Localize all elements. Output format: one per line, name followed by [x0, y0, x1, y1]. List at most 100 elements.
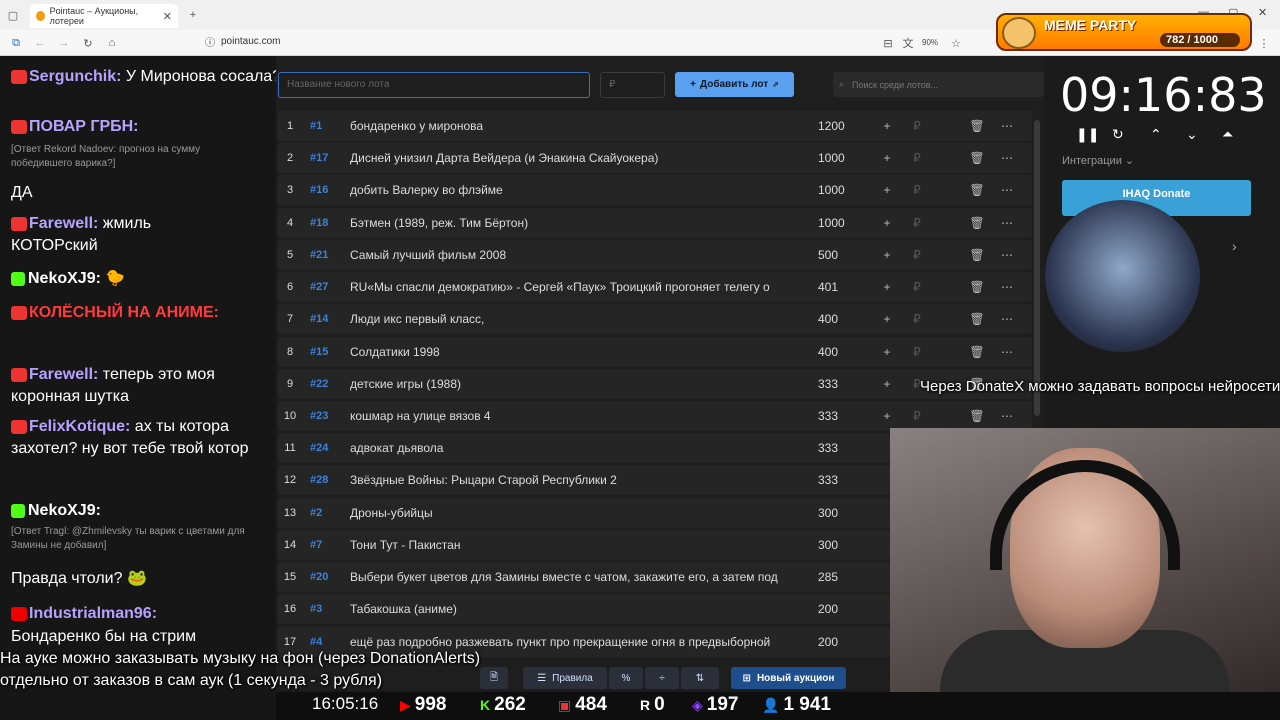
delete-icon[interactable]: 🗑	[962, 151, 992, 165]
amount-input[interactable]: ₽	[600, 72, 665, 98]
lot-name[interactable]: Выбери букет цветов для Замины вместе с …	[350, 570, 802, 584]
lot-row: 10 #23 кошмар на улице вязов 4 333 + ₽ 🗑 ⋯	[278, 401, 1032, 431]
url-field[interactable]: ⓘ pointauc.com	[205, 34, 280, 49]
add-amount-icon[interactable]: +	[872, 216, 902, 230]
ruble-input-icon[interactable]: ₽	[902, 183, 932, 197]
ruble-input-icon[interactable]: ₽	[902, 280, 932, 294]
ruble-input-icon[interactable]: ₽	[902, 345, 932, 359]
delete-icon[interactable]: 🗑	[962, 409, 992, 423]
lot-name[interactable]: Бэтмен (1989, реж. Тим Бёртон)	[350, 216, 802, 230]
ruble-input-icon[interactable]: ₽	[902, 409, 932, 423]
home-icon[interactable]: ⌂	[104, 35, 120, 51]
youtube-icon: ▶	[400, 696, 411, 713]
live-badge-icon	[11, 419, 27, 434]
add-amount-icon[interactable]: +	[872, 248, 902, 262]
close-tab-icon[interactable]: ✕	[163, 10, 172, 23]
more-icon[interactable]: ⋯	[992, 345, 1022, 359]
lot-name[interactable]: Дисней унизил Дарта Вейдера (и Энакина С…	[350, 151, 802, 165]
save-icon[interactable]: 🗎	[480, 667, 508, 689]
integrations-dropdown[interactable]: Интеграции ⌄	[1062, 154, 1134, 167]
forward-icon[interactable]: →	[56, 35, 72, 51]
add-amount-icon[interactable]: +	[872, 280, 902, 294]
reset-icon[interactable]: ↻	[1112, 126, 1124, 143]
lot-name[interactable]: добить Валерку во флэйме	[350, 183, 802, 197]
ruble-input-icon[interactable]: ₽	[902, 248, 932, 262]
add-amount-icon[interactable]: +	[872, 345, 902, 359]
double-chevron-up-icon[interactable]: ⏶	[1222, 126, 1233, 143]
delete-icon[interactable]: 🗑	[962, 216, 992, 230]
add-amount-icon[interactable]: +	[872, 409, 902, 423]
ruble-input-icon[interactable]: ₽	[902, 216, 932, 230]
browser-tab[interactable]: Pointauc – Аукционы, лотереи ✕	[30, 4, 178, 28]
menu-icon[interactable]: ⋮	[1256, 35, 1272, 51]
lot-list-scrollbar[interactable]	[1034, 120, 1040, 416]
add-lot-button[interactable]: + Добавить лот ⇗	[675, 72, 794, 97]
new-auction-button[interactable]: ⊞ Новый аукцион	[731, 667, 846, 689]
more-icon[interactable]: ⋯	[992, 119, 1022, 133]
delete-icon[interactable]: 🗑	[962, 280, 992, 294]
chat-message: Farewell: жмиль КОТОРский	[11, 215, 152, 254]
lot-name[interactable]: кошмар на улице вязов 4	[350, 409, 802, 423]
lot-id: #15	[310, 346, 329, 358]
percent-icon[interactable]: %	[609, 667, 643, 689]
add-amount-icon[interactable]: +	[872, 151, 902, 165]
translate-icon[interactable]: 文	[900, 35, 916, 51]
more-icon[interactable]: ⋯	[992, 183, 1022, 197]
add-amount-icon[interactable]: +	[872, 183, 902, 197]
window-close-icon[interactable]: ✕	[1258, 6, 1267, 19]
lot-name[interactable]: Дроны-убийцы	[350, 506, 802, 520]
sort-icon[interactable]: ⇅	[681, 667, 719, 689]
lot-name[interactable]: RU«Мы спасли демократию» - Сергей «Паук»…	[350, 280, 802, 294]
lot-name[interactable]: Солдатики 1998	[350, 345, 802, 359]
add-amount-icon[interactable]: +	[872, 119, 902, 133]
lot-name[interactable]: детские игры (1988)	[350, 377, 802, 391]
delete-icon[interactable]: 🗑	[962, 345, 992, 359]
add-amount-icon[interactable]: +	[872, 377, 902, 391]
delete-icon[interactable]: 🗑	[962, 119, 992, 133]
lot-actions: + ₽ 🗑 ⋯	[872, 183, 1022, 197]
lot-index: 6	[286, 281, 294, 293]
screenshot-icon[interactable]: ⊟	[880, 35, 896, 51]
lot-name[interactable]: Люди икс первый класс,	[350, 312, 802, 326]
more-icon[interactable]: ⋯	[992, 151, 1022, 165]
lot-name[interactable]: Тони Тут - Пакистан	[350, 538, 802, 552]
lot-name[interactable]: Самый лучший фильм 2008	[350, 248, 802, 262]
new-tab-icon[interactable]: +	[185, 7, 201, 23]
lot-name[interactable]: ещё раз подробно разжевать пункт про пре…	[350, 635, 802, 649]
delete-icon[interactable]: 🗑	[962, 312, 992, 326]
lot-name[interactable]: бондаренко у миронова	[350, 119, 802, 133]
lot-index: 12	[283, 474, 297, 486]
tab-actions-icon[interactable]: ▢	[5, 7, 21, 23]
divide-icon[interactable]: ÷	[645, 667, 679, 689]
lot-name[interactable]: адвокат дьявола	[350, 441, 802, 455]
refresh-icon[interactable]: ↻	[80, 35, 96, 51]
lot-name[interactable]: Табакошка (аниме)	[350, 602, 802, 616]
rules-button[interactable]: ☰ Правила	[523, 667, 607, 689]
back-icon[interactable]: ←	[32, 35, 48, 51]
chat-message: Farewell: теперь это моя коронная шутка	[11, 366, 215, 405]
more-icon[interactable]: ⋯	[992, 312, 1022, 326]
more-icon[interactable]: ⋯	[992, 248, 1022, 262]
live-badge-icon	[11, 119, 27, 134]
more-icon[interactable]: ⋯	[992, 409, 1022, 423]
ruble-input-icon[interactable]: ₽	[902, 312, 932, 326]
more-icon[interactable]: ⋯	[992, 216, 1022, 230]
lot-amount: 1000	[818, 183, 845, 197]
chevron-up-icon[interactable]: ⌃	[1150, 126, 1162, 143]
delete-icon[interactable]: 🗑	[962, 183, 992, 197]
lot-name[interactable]: Звёздные Войны: Рыцари Старой Республики…	[350, 473, 802, 487]
bookmark-star-icon[interactable]: ☆	[948, 35, 964, 51]
ruble-input-icon[interactable]: ₽	[902, 151, 932, 165]
chevron-right-icon[interactable]: ›	[1232, 238, 1237, 254]
more-icon[interactable]: ⋯	[992, 280, 1022, 294]
chevron-down-icon[interactable]: ⌄	[1186, 126, 1198, 143]
sidebar-icon[interactable]: ⧉	[8, 35, 24, 51]
lot-name-input[interactable]: Название нового лота	[278, 72, 590, 98]
zoom-level[interactable]: 90%	[922, 38, 938, 47]
pause-icon[interactable]: ❚❚	[1076, 126, 1099, 143]
delete-icon[interactable]: 🗑	[962, 248, 992, 262]
add-amount-icon[interactable]: +	[872, 312, 902, 326]
ruble-input-icon[interactable]: ₽	[902, 119, 932, 133]
lot-amount: 300	[818, 506, 839, 520]
lot-search-input[interactable]: ⌕ Поиск среди лотов...	[833, 72, 1044, 97]
